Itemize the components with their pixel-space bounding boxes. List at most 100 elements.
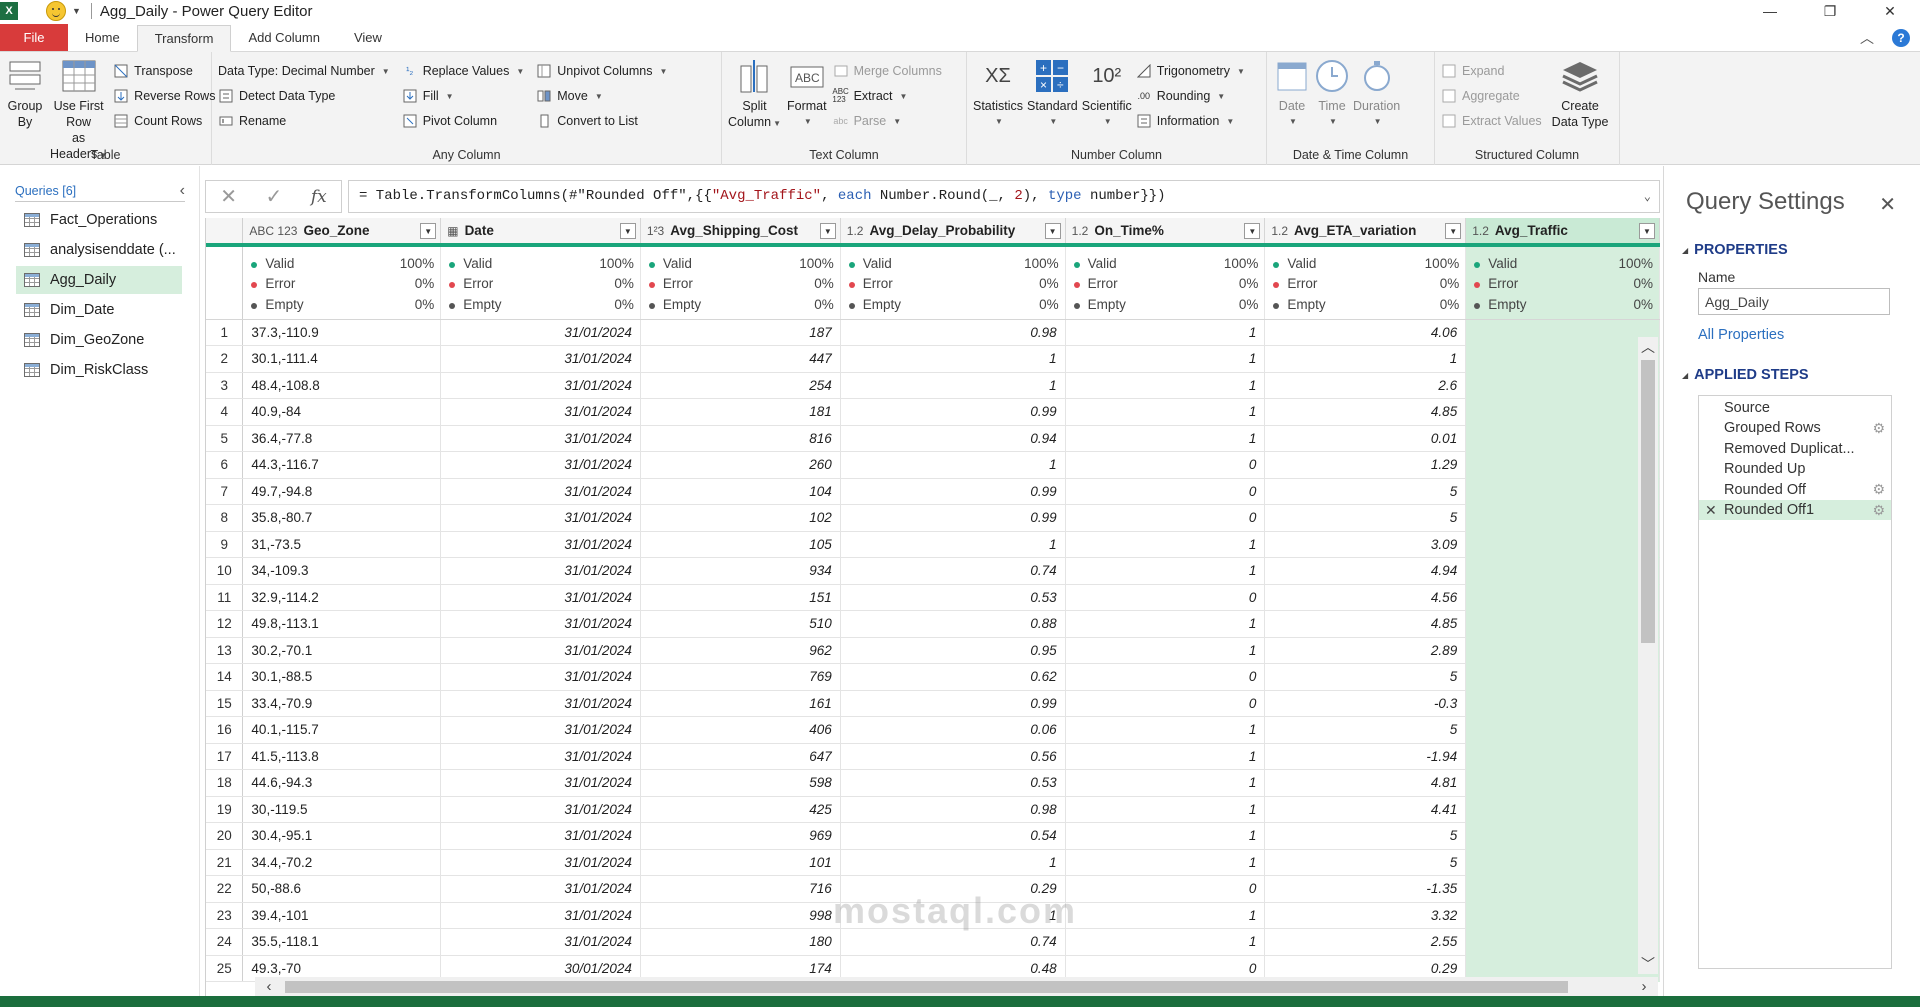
scroll-right-icon[interactable]: ›	[1635, 977, 1653, 996]
table-cell[interactable]: 5	[1264, 663, 1467, 691]
unpivot-columns-button[interactable]: Unpivot Columns ▼	[536, 60, 667, 82]
table-cell[interactable]: 425	[640, 796, 841, 823]
table-row[interactable]: 10 34,-109.3 31/01/2024 934 0.74 1 4.94	[206, 557, 1660, 585]
table-row[interactable]: 11 32.9,-114.2 31/01/2024 151 0.53 0 4.56	[206, 584, 1660, 611]
column-header[interactable]: 1.2 Avg_Traffic ▼	[1465, 218, 1660, 247]
table-cell[interactable]: 31/01/2024	[440, 557, 641, 585]
column-type-icon[interactable]: ▦	[447, 224, 458, 238]
table-cell[interactable]: 2.55	[1264, 928, 1467, 956]
scroll-up-icon[interactable]: ︿	[1640, 339, 1656, 355]
trigonometry-button[interactable]: Trigonometry ▼	[1136, 60, 1245, 82]
table-cell[interactable]: 48.4,-108.8	[242, 372, 442, 399]
table-cell[interactable]: 0	[1065, 504, 1266, 532]
table-cell[interactable]: 50,-88.6	[242, 875, 442, 903]
column-filter-icon[interactable]: ▼	[619, 223, 636, 239]
table-cell[interactable]: 31/01/2024	[440, 398, 641, 426]
table-cell[interactable]: 1	[1065, 557, 1266, 585]
table-cell[interactable]: 4.06	[1264, 319, 1467, 346]
table-cell[interactable]: 0.74	[840, 557, 1066, 585]
table-cell[interactable]: 31/01/2024	[440, 584, 641, 611]
table-row[interactable]: 14 30.1,-88.5 31/01/2024 769 0.62 0 5	[206, 663, 1660, 691]
table-row[interactable]: 24 35.5,-118.1 31/01/2024 180 0.74 1 2.55	[206, 928, 1660, 956]
column-type-icon[interactable]: 1.2	[847, 224, 864, 238]
formula-input[interactable]: = Table.TransformColumns(#"Rounded Off",…	[348, 180, 1660, 213]
table-cell[interactable]: 31/01/2024	[440, 663, 641, 691]
query-item-agg-daily[interactable]: Agg_Daily	[16, 266, 182, 294]
extract-button[interactable]: ABC 123 Extract ▼	[832, 85, 942, 107]
pivot-column-button[interactable]: Pivot Column	[402, 110, 525, 132]
table-cell[interactable]	[1465, 557, 1660, 585]
table-cell[interactable]: 260	[640, 451, 841, 479]
replace-values-button[interactable]: ¹₂ Replace Values ▼	[402, 60, 524, 82]
table-cell[interactable]: 40.9,-84	[242, 398, 442, 426]
table-cell[interactable]: 1	[840, 345, 1066, 373]
table-cell[interactable]: 31/01/2024	[440, 690, 641, 717]
applied-step[interactable]: Source	[1699, 398, 1891, 418]
table-cell[interactable]: 0.99	[840, 478, 1066, 505]
table-cell[interactable]: 1	[1065, 902, 1266, 929]
table-cell[interactable]: 1	[1065, 531, 1266, 558]
table-cell[interactable]: -1.35	[1264, 875, 1467, 903]
column-filter-icon[interactable]: ▼	[420, 223, 437, 239]
information-button[interactable]: Information ▼	[1136, 110, 1245, 132]
table-cell[interactable]: 31/01/2024	[440, 849, 641, 876]
rounding-button[interactable]: .00 Rounding ▼	[1136, 85, 1245, 107]
table-cell[interactable]: 44.3,-116.7	[242, 451, 442, 479]
row-number[interactable]: 10	[206, 557, 244, 585]
table-cell[interactable]	[1465, 425, 1660, 452]
table-cell[interactable]	[1465, 319, 1660, 346]
table-menu-icon[interactable]	[206, 218, 244, 247]
row-number[interactable]: 11	[206, 584, 244, 611]
table-row[interactable]: 16 40.1,-115.7 31/01/2024 406 0.06 1 5	[206, 716, 1660, 744]
table-cell[interactable]: 0.94	[840, 425, 1066, 452]
feedback-smiley-icon[interactable]	[46, 1, 66, 21]
table-cell[interactable]: 1	[1065, 743, 1266, 770]
column-filter-icon[interactable]: ▼	[1044, 223, 1061, 239]
table-cell[interactable]: 3.09	[1264, 531, 1467, 558]
close-window-button[interactable]: ✕	[1860, 0, 1920, 22]
table-cell[interactable]	[1465, 345, 1660, 373]
table-cell[interactable]	[1465, 478, 1660, 505]
table-cell[interactable]: 33.4,-70.9	[242, 690, 442, 717]
table-row[interactable]: 12 49.8,-113.1 31/01/2024 510 0.88 1 4.85	[206, 610, 1660, 638]
table-cell[interactable]: 0.54	[840, 822, 1066, 850]
table-cell[interactable]: 0.74	[840, 928, 1066, 956]
tab-add-column[interactable]: Add Column	[231, 24, 337, 51]
table-cell[interactable]: 0.95	[840, 637, 1066, 664]
table-cell[interactable]: -1.94	[1264, 743, 1467, 770]
fx-icon[interactable]: fx	[311, 187, 327, 207]
table-cell[interactable]: 1	[1065, 849, 1266, 876]
table-cell[interactable]: 31/01/2024	[440, 769, 641, 797]
table-cell[interactable]: 35.8,-80.7	[242, 504, 442, 532]
column-header[interactable]: 1²3 Avg_Shipping_Cost ▼	[640, 218, 841, 247]
table-cell[interactable]: 31/01/2024	[440, 345, 641, 373]
table-cell[interactable]: 598	[640, 769, 841, 797]
applied-step[interactable]: Removed Duplicat...	[1699, 439, 1891, 459]
table-cell[interactable]: 0.99	[840, 690, 1066, 717]
table-row[interactable]: 18 44.6,-94.3 31/01/2024 598 0.53 1 4.81	[206, 769, 1660, 797]
reverse-rows-button[interactable]: Reverse Rows	[113, 85, 215, 107]
restore-button[interactable]: ❐	[1800, 0, 1860, 22]
table-cell[interactable]	[1465, 690, 1660, 717]
minimize-button[interactable]: —	[1740, 0, 1800, 22]
table-cell[interactable]: 39.4,-101	[242, 902, 442, 929]
column-filter-icon[interactable]: ▼	[1639, 223, 1655, 239]
table-cell[interactable]: 31/01/2024	[440, 902, 641, 929]
all-properties-link[interactable]: All Properties	[1698, 327, 1784, 343]
table-cell[interactable]: 31,-73.5	[242, 531, 442, 558]
table-cell[interactable]: 161	[640, 690, 841, 717]
scroll-left-icon[interactable]: ‹	[260, 977, 278, 996]
close-settings-icon[interactable]: ✕	[1879, 192, 1896, 217]
row-number[interactable]: 4	[206, 398, 244, 426]
tab-view[interactable]: View	[337, 24, 399, 51]
table-cell[interactable]: 187	[640, 319, 841, 346]
row-number[interactable]: 19	[206, 796, 244, 823]
table-cell[interactable]: 1	[840, 849, 1066, 876]
table-cell[interactable]: 998	[640, 902, 841, 929]
table-cell[interactable]: 406	[640, 716, 841, 744]
table-cell[interactable]: 816	[640, 425, 841, 452]
table-cell[interactable]: 31/01/2024	[440, 372, 641, 399]
table-cell[interactable]: 4.85	[1264, 398, 1467, 426]
commit-formula-button[interactable]: ✓	[266, 184, 283, 209]
table-cell[interactable]: 1	[1065, 398, 1266, 426]
